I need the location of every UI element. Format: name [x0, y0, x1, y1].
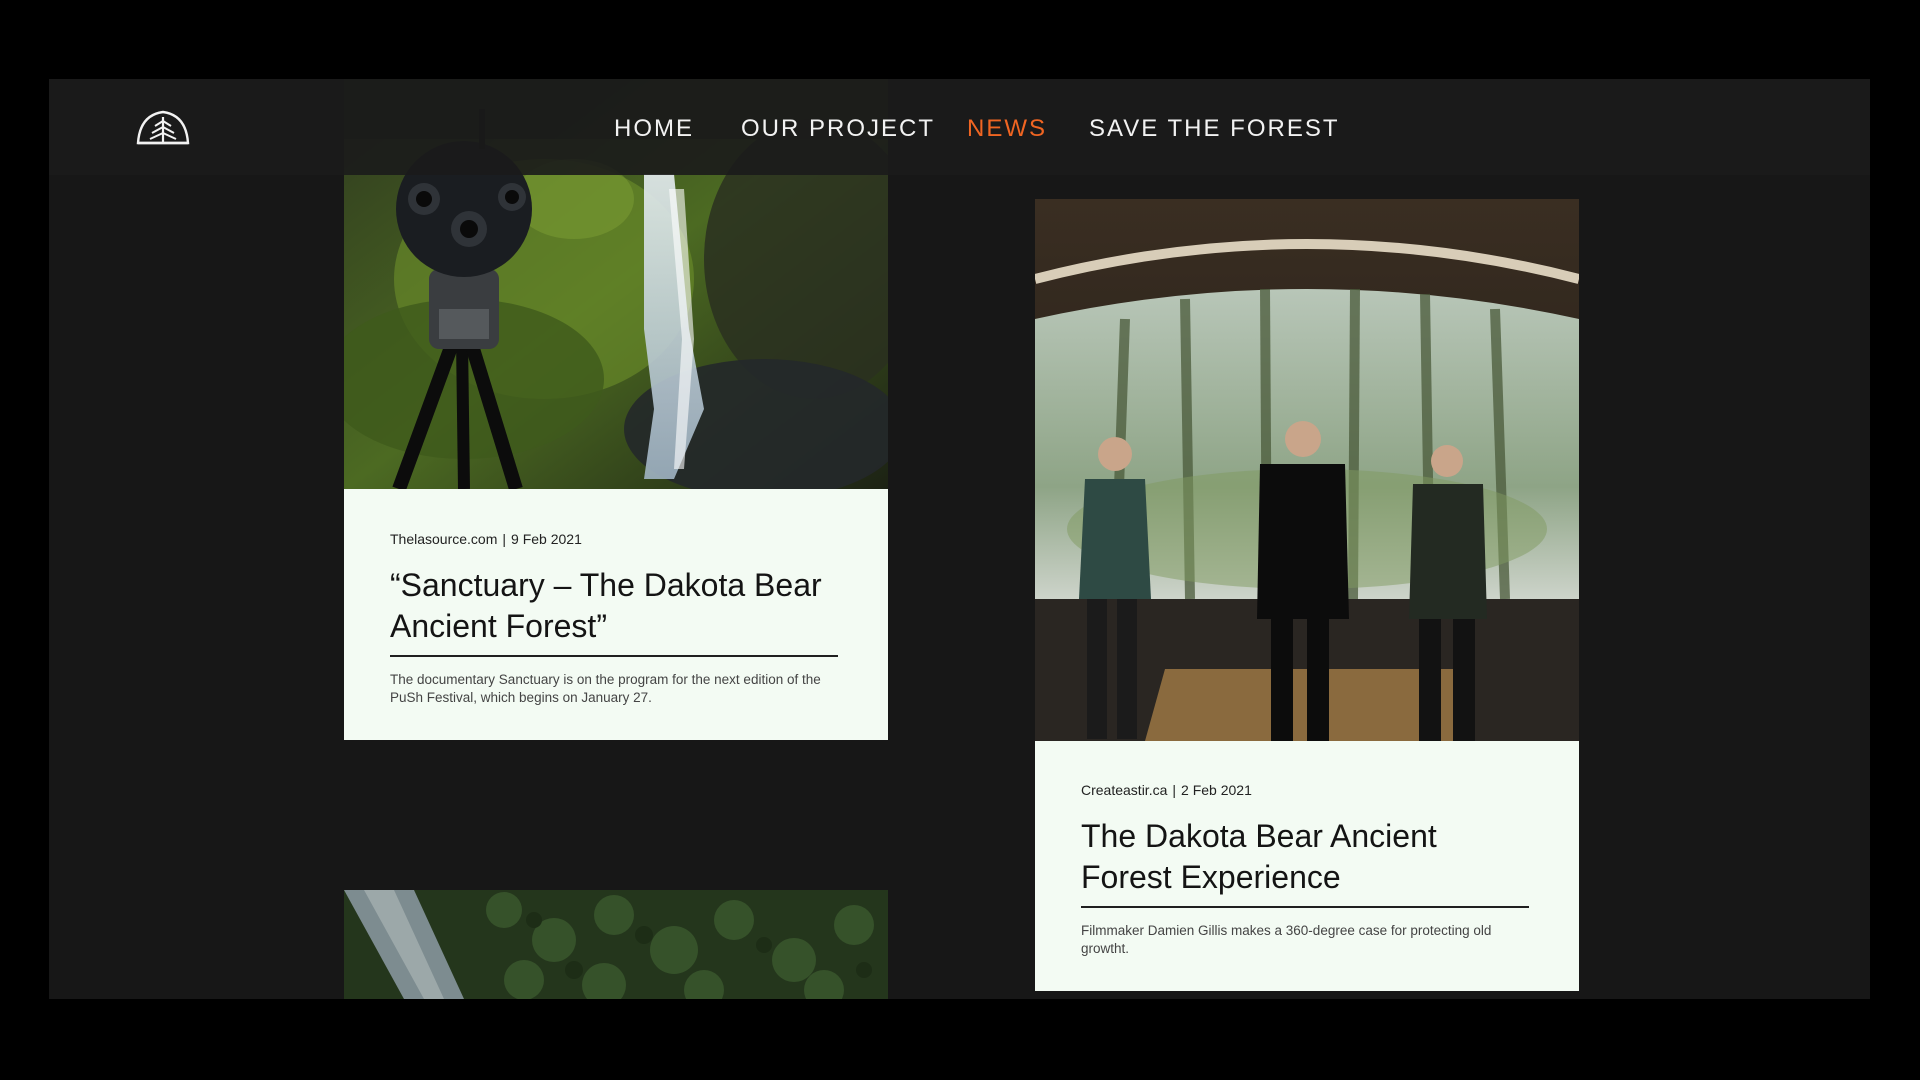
- article-card[interactable]: [344, 890, 888, 999]
- top-navigation-bar: HOME OUR PROJECT NEWS SAVE THE FOREST: [49, 79, 1870, 175]
- article-image-aerial-forest[interactable]: [344, 890, 888, 999]
- article-card[interactable]: Createastir.ca | 2 Feb 2021 The Dakota Bea…: [1035, 199, 1579, 991]
- meta-separator: |: [502, 531, 507, 547]
- article-card[interactable]: Thelasource.com | 9 Feb 2021 “Sanctuary – …: [344, 79, 888, 740]
- article-body: Thelasource.com | 9 Feb 2021 “Sanctuary – …: [390, 531, 838, 707]
- article-source[interactable]: Thelasource.com: [390, 531, 497, 547]
- article-date: 9 Feb 2021: [511, 531, 582, 547]
- article-source[interactable]: Createastir.ca: [1081, 782, 1167, 798]
- article-meta: Thelasource.com | 9 Feb 2021: [390, 531, 838, 551]
- meta-separator: |: [1172, 782, 1177, 798]
- article-body: Createastir.ca | 2 Feb 2021 The Dakota Bea…: [1081, 782, 1529, 958]
- article-title[interactable]: “Sanctuary – The Dakota Bear Ancient For…: [390, 565, 838, 657]
- article-excerpt: Filmmaker Damien Gillis makes a 360-degr…: [1081, 923, 1492, 956]
- article-image-dome-projection[interactable]: [1035, 199, 1579, 741]
- article-date: 2 Feb 2021: [1181, 782, 1252, 798]
- main-nav: HOME OUR PROJECT NEWS SAVE THE FOREST: [49, 79, 1870, 175]
- nav-item-save-the-forest[interactable]: SAVE THE FOREST: [1089, 115, 1340, 143]
- aerial-forest-river-photo: [344, 890, 888, 999]
- dome-projection-photo: [1035, 199, 1579, 741]
- nav-item-home[interactable]: HOME: [614, 115, 694, 143]
- nav-item-our-project[interactable]: OUR PROJECT: [741, 115, 935, 143]
- nav-item-news[interactable]: NEWS: [967, 115, 1047, 143]
- article-meta: Createastir.ca | 2 Feb 2021: [1081, 782, 1529, 802]
- page-frame: Thelasource.com | 9 Feb 2021 “Sanctuary – …: [49, 79, 1870, 999]
- article-excerpt: The documentary Sanctuary is on the prog…: [390, 672, 821, 705]
- article-title[interactable]: The Dakota Bear Ancient Forest Experienc…: [1081, 816, 1529, 908]
